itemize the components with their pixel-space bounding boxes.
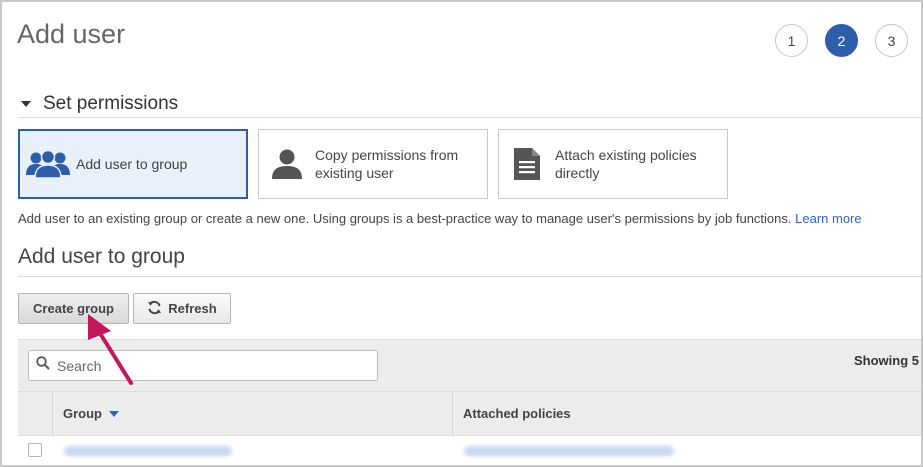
description-text: Add user to an existing group or create … xyxy=(18,211,792,226)
column-label: Attached policies xyxy=(463,406,571,421)
user-icon xyxy=(259,148,315,180)
select-column-header xyxy=(18,392,53,435)
search-box[interactable] xyxy=(28,350,378,381)
option-attach-policies[interactable]: Attach existing policies directly xyxy=(498,129,728,199)
permission-options: Add user to group Copy permissions from … xyxy=(18,129,728,199)
redacted-policies xyxy=(464,446,674,456)
users-group-icon xyxy=(20,148,76,180)
permissions-description: Add user to an existing group or create … xyxy=(18,211,862,226)
column-header-attached-policies[interactable]: Attached policies xyxy=(453,392,921,435)
option-add-user-to-group[interactable]: Add user to group xyxy=(18,129,248,199)
column-label: Group xyxy=(63,406,102,421)
row-checkbox[interactable] xyxy=(28,443,42,457)
refresh-button[interactable]: Refresh xyxy=(133,293,231,324)
refresh-icon xyxy=(147,300,162,318)
column-header-group[interactable]: Group xyxy=(53,392,453,435)
search-icon xyxy=(36,356,50,375)
learn-more-link[interactable]: Learn more xyxy=(795,211,861,226)
option-label: Add user to group xyxy=(76,156,188,172)
option-label: Attach existing policies directly xyxy=(555,147,697,181)
redacted-group-name xyxy=(64,446,232,456)
table-header: Group Attached policies xyxy=(18,391,921,436)
step-2-current[interactable]: 2 xyxy=(825,24,858,57)
add-to-group-title: Add user to group xyxy=(18,245,921,277)
table-row[interactable] xyxy=(18,435,921,465)
option-copy-permissions[interactable]: Copy permissions from existing user xyxy=(258,129,488,199)
step-3[interactable]: 3 xyxy=(875,24,908,57)
set-permissions-header[interactable]: Set permissions xyxy=(18,90,921,118)
app-window: Add user 1 2 3 Set permissions Add user … xyxy=(0,0,923,467)
refresh-label: Refresh xyxy=(168,301,217,316)
sort-descending-icon[interactable] xyxy=(109,410,119,417)
page-title: Add user xyxy=(17,19,126,49)
document-icon xyxy=(499,147,555,181)
table-toolbar: Showing 5 xyxy=(18,339,921,392)
wizard-steps: 1 2 3 xyxy=(775,24,908,57)
option-label: Copy permissions from existing user xyxy=(315,147,459,181)
create-group-button[interactable]: Create group xyxy=(18,293,129,324)
section-title: Set permissions xyxy=(43,92,179,114)
search-input[interactable] xyxy=(55,356,359,375)
showing-count: Showing 5 xyxy=(854,353,919,368)
caret-down-icon[interactable] xyxy=(21,100,31,107)
step-1[interactable]: 1 xyxy=(775,24,808,57)
